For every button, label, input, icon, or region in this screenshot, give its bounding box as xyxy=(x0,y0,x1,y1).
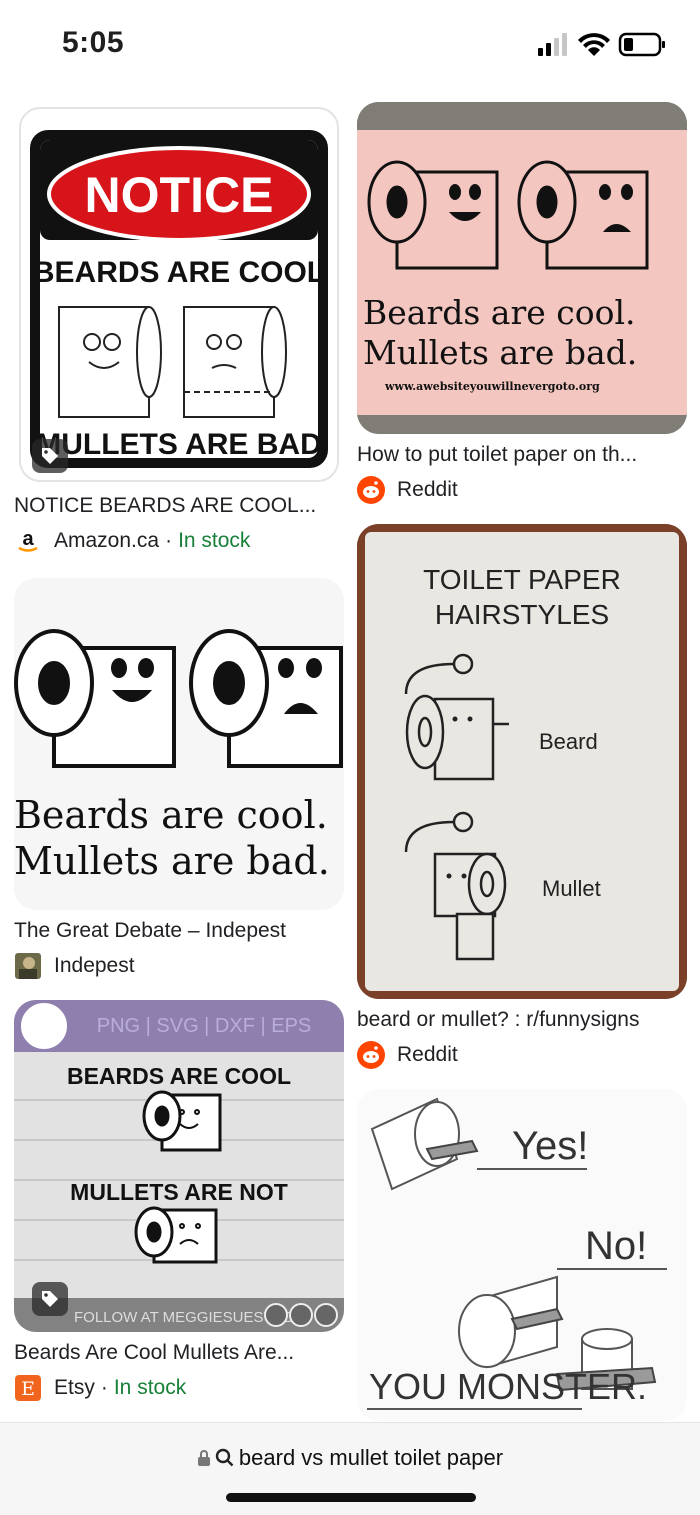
result-thumbnail[interactable]: NOTICE BEARDS ARE COOL MULLETS ARE BAD xyxy=(14,102,344,487)
result-source: Reddit xyxy=(357,1041,687,1069)
home-indicator[interactable] xyxy=(226,1493,476,1502)
stock-status: In stock xyxy=(113,1376,187,1399)
result-card-etsy-svg[interactable]: PNG | SVG | DXF | EPS BEARDS ARE COOL MU… xyxy=(14,1000,344,1402)
sign-bottom-text: MULLETS ARE BAD xyxy=(36,428,322,461)
mullet-label: Mullet xyxy=(542,876,601,901)
reddit-icon xyxy=(357,1041,385,1069)
lock-icon xyxy=(197,1449,211,1467)
search-query[interactable]: beard vs mullet toilet paper xyxy=(239,1445,503,1471)
cellular-signal-icon xyxy=(538,33,567,56)
stock-status: In stock xyxy=(178,529,251,552)
hairstyles-title-2: HAIRSTYLES xyxy=(435,599,609,630)
result-title[interactable]: Beards Are Cool Mullets Are... xyxy=(14,1340,344,1366)
source-name: Amazon.ca xyxy=(54,529,160,552)
no-text: No! xyxy=(585,1224,647,1268)
price-tag-badge xyxy=(32,439,68,473)
address-field[interactable]: beard vs mullet toilet paper xyxy=(0,1445,700,1471)
result-thumbnail[interactable]: PNG | SVG | DXF | EPS BEARDS ARE COOL MU… xyxy=(14,1000,344,1332)
beard-label: Beard xyxy=(539,729,598,754)
etsy-top-text: BEARDS ARE COOL xyxy=(67,1063,291,1089)
result-title[interactable]: NOTICE BEARDS ARE COOL... xyxy=(14,493,344,519)
result-thumbnail[interactable]: Beards are cool. Mullets are bad. www.aw… xyxy=(357,102,687,434)
reddit-icon xyxy=(357,476,385,504)
source-name: Reddit xyxy=(397,478,458,501)
sign-top-text: BEARDS ARE COOL xyxy=(33,256,325,289)
result-card-great-debate[interactable]: Beards are cool. Mullets are bad. The Gr… xyxy=(14,578,344,980)
notice-heading: NOTICE xyxy=(85,167,274,223)
tag-icon xyxy=(42,448,58,464)
result-source: a Amazon.ca · In stock xyxy=(14,527,344,555)
result-card-hairstyles-sign[interactable]: TOILET PAPER HAIRSTYLES Beard Mullet bea… xyxy=(357,524,687,1069)
debate-line-1: Beards are cool. xyxy=(14,793,328,837)
etsy-icon: E xyxy=(14,1374,42,1402)
result-source: E Etsy · In stock xyxy=(14,1374,344,1402)
result-card-you-monster[interactable]: Yes! No! YOU MONSTER. xyxy=(357,1089,687,1421)
yes-text: Yes! xyxy=(512,1124,588,1168)
result-thumbnail[interactable]: TOILET PAPER HAIRSTYLES Beard Mullet xyxy=(357,524,687,999)
browser-address-bar[interactable]: beard vs mullet toilet paper xyxy=(0,1422,700,1515)
debate-line-2: Mullets are bad. xyxy=(14,839,330,883)
status-icons xyxy=(538,30,668,60)
search-icon xyxy=(215,1448,235,1468)
result-title[interactable]: How to put toilet paper on th... xyxy=(357,442,687,468)
price-tag-badge xyxy=(32,1282,68,1316)
etsy-format-banner: PNG | SVG | DXF | EPS xyxy=(97,1015,312,1037)
sticker-url: www.awebsiteyouwillnevergoto.org xyxy=(384,380,600,393)
sticker-line-1: Beards are cool. xyxy=(363,293,636,332)
result-thumbnail[interactable]: Beards are cool. Mullets are bad. xyxy=(14,578,344,910)
sticker-line-2: Mullets are bad. xyxy=(363,333,637,372)
wifi-icon xyxy=(578,33,610,56)
status-time: 5:05 xyxy=(62,26,125,59)
source-name: Reddit xyxy=(397,1043,458,1066)
hairstyles-title-1: TOILET PAPER xyxy=(423,564,621,595)
result-thumbnail[interactable]: Yes! No! YOU MONSTER. xyxy=(357,1089,687,1421)
amazon-icon: a xyxy=(14,527,42,555)
separator-dot: · xyxy=(165,529,173,552)
svg-text:a: a xyxy=(22,528,34,550)
result-title[interactable]: The Great Debate – Indepest xyxy=(14,918,344,944)
image-results-grid: NOTICE BEARDS ARE COOL MULLETS ARE BAD N… xyxy=(0,88,700,1423)
you-monster-text: YOU MONSTER. xyxy=(369,1366,647,1407)
result-source: Indepest xyxy=(14,952,344,980)
result-card-notice-sign[interactable]: NOTICE BEARDS ARE COOL MULLETS ARE BAD N… xyxy=(14,102,344,555)
result-card-pink-sticker[interactable]: Beards are cool. Mullets are bad. www.aw… xyxy=(357,102,687,504)
svg-text:E: E xyxy=(21,1378,35,1400)
separator-dot: · xyxy=(100,1376,108,1399)
tag-icon xyxy=(42,1291,58,1307)
result-title[interactable]: beard or mullet? : r/funnysigns xyxy=(357,1007,687,1033)
indepest-avatar-icon xyxy=(14,952,42,980)
source-name: Etsy xyxy=(54,1376,95,1399)
battery-icon xyxy=(618,32,665,57)
source-name: Indepest xyxy=(54,954,135,977)
etsy-bottom-text: MULLETS ARE NOT xyxy=(70,1179,288,1205)
result-source: Reddit xyxy=(357,476,687,504)
status-bar: 5:05 xyxy=(0,0,700,88)
